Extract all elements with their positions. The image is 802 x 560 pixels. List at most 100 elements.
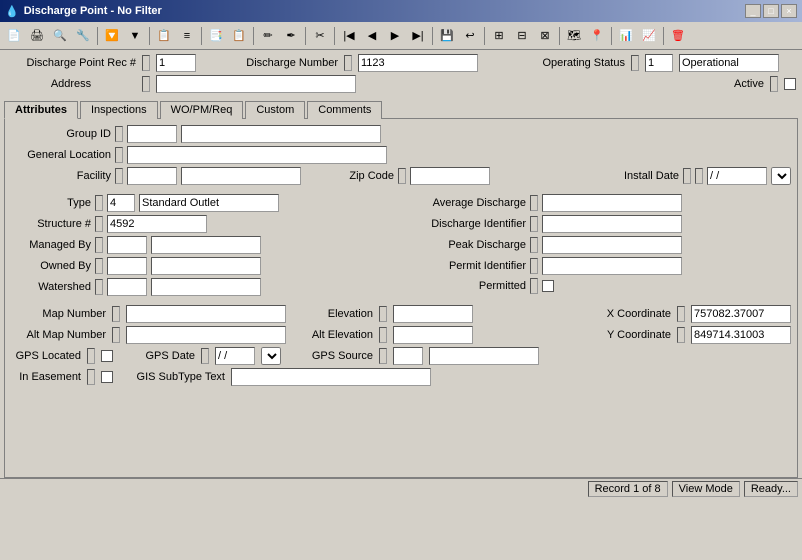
avg-discharge-input[interactable] bbox=[542, 194, 682, 212]
group-id-input1[interactable] bbox=[127, 125, 177, 143]
gps-date-input[interactable] bbox=[215, 347, 255, 365]
watershed-input1[interactable] bbox=[107, 278, 147, 296]
edit-button[interactable]: ✏ bbox=[257, 25, 279, 47]
delete-button[interactable]: 🗑 bbox=[667, 25, 689, 47]
type-code-input[interactable] bbox=[107, 194, 135, 212]
owned-input1[interactable] bbox=[107, 257, 147, 275]
last-button[interactable]: ▶| bbox=[407, 25, 429, 47]
x-coord-input[interactable] bbox=[691, 305, 791, 323]
minimize-button[interactable]: _ bbox=[745, 4, 761, 18]
avg-discharge-label: Average Discharge bbox=[406, 197, 526, 209]
discharge-id-input[interactable] bbox=[542, 215, 682, 233]
managed-input2[interactable] bbox=[151, 236, 261, 254]
watershed-input2[interactable] bbox=[151, 278, 261, 296]
alt-elevation-marker bbox=[379, 327, 387, 343]
first-button[interactable]: |◀ bbox=[338, 25, 360, 47]
app-icon: 💧 bbox=[5, 5, 19, 18]
view-button[interactable]: 📋 bbox=[153, 25, 175, 47]
zip-marker bbox=[398, 168, 406, 184]
record-status: Record 1 of 8 bbox=[588, 481, 668, 497]
cut-button[interactable]: ✂ bbox=[309, 25, 331, 47]
map-number-input[interactable] bbox=[126, 305, 286, 323]
permit-id-marker bbox=[530, 258, 538, 274]
sep9 bbox=[559, 27, 560, 45]
type-marker bbox=[95, 195, 103, 211]
tab-attributes[interactable]: Attributes bbox=[4, 101, 78, 119]
gps-source-marker bbox=[379, 348, 387, 364]
install-date-dropdown[interactable]: ▼ bbox=[771, 167, 791, 185]
address-label: Address bbox=[6, 78, 136, 90]
elevation-input[interactable] bbox=[393, 305, 473, 323]
print-button[interactable]: 🖨 bbox=[26, 25, 48, 47]
structure-input[interactable] bbox=[107, 215, 207, 233]
map-button[interactable]: 🗺 bbox=[563, 25, 585, 47]
prev-button[interactable]: ◀ bbox=[361, 25, 383, 47]
map2-button[interactable]: 📍 bbox=[586, 25, 608, 47]
x-coord-label: X Coordinate bbox=[596, 308, 671, 320]
address-input[interactable] bbox=[156, 75, 356, 93]
avg-discharge-marker bbox=[530, 195, 538, 211]
filter-button[interactable]: 🔽 bbox=[101, 25, 123, 47]
owned-input2[interactable] bbox=[151, 257, 261, 275]
permit-id-input[interactable] bbox=[542, 257, 682, 275]
op-status-code-input[interactable] bbox=[645, 54, 673, 72]
search-button[interactable]: 🔍 bbox=[49, 25, 71, 47]
report-button[interactable]: 📊 bbox=[615, 25, 637, 47]
group-id-input2[interactable] bbox=[181, 125, 381, 143]
in-easement-checkbox[interactable] bbox=[101, 371, 113, 383]
next-button[interactable]: ▶ bbox=[384, 25, 406, 47]
close-button[interactable]: × bbox=[781, 4, 797, 18]
group-id-label: Group ID bbox=[11, 128, 111, 140]
peak-discharge-input[interactable] bbox=[542, 236, 682, 254]
x-coord-marker bbox=[677, 306, 685, 322]
refresh-button[interactable]: ↩ bbox=[459, 25, 481, 47]
gps-date-dropdown[interactable]: ▼ bbox=[261, 347, 281, 365]
rec-input[interactable] bbox=[156, 54, 196, 72]
watershed-label: Watershed bbox=[11, 281, 91, 293]
facility-input1[interactable] bbox=[127, 167, 177, 185]
install-date-label: Install Date bbox=[604, 170, 679, 182]
gps-source-input2[interactable] bbox=[429, 347, 539, 365]
permitted-checkbox[interactable] bbox=[542, 280, 554, 292]
alt-map-number-input[interactable] bbox=[126, 326, 286, 344]
tab-custom[interactable]: Custom bbox=[245, 101, 305, 119]
tab-inspections[interactable]: Inspections bbox=[80, 101, 158, 119]
maximize-button[interactable]: □ bbox=[763, 4, 779, 18]
filter2-button[interactable]: ▼ bbox=[124, 25, 146, 47]
new-button[interactable]: 📄 bbox=[3, 25, 25, 47]
discharge-id-marker bbox=[530, 216, 538, 232]
operating-status-label: Operating Status bbox=[520, 57, 625, 69]
type-value-input[interactable] bbox=[139, 194, 279, 212]
view2-button[interactable]: ≡ bbox=[176, 25, 198, 47]
y-coord-input[interactable] bbox=[691, 326, 791, 344]
gis-subtype-input[interactable] bbox=[231, 368, 431, 386]
structure-marker bbox=[95, 216, 103, 232]
facility-input2[interactable] bbox=[181, 167, 301, 185]
save-button[interactable]: 💾 bbox=[436, 25, 458, 47]
managed-marker bbox=[95, 237, 103, 253]
managed-input1[interactable] bbox=[107, 236, 147, 254]
copy-button[interactable]: 📑 bbox=[205, 25, 227, 47]
tools-button[interactable]: 🔧 bbox=[72, 25, 94, 47]
install-date-input[interactable] bbox=[707, 167, 767, 185]
gps-located-label: GPS Located bbox=[11, 350, 81, 362]
zip-input[interactable] bbox=[410, 167, 490, 185]
gps-located-checkbox[interactable] bbox=[101, 350, 113, 362]
grid3-button[interactable]: ⊠ bbox=[534, 25, 556, 47]
grid-button[interactable]: ⊞ bbox=[488, 25, 510, 47]
paste-button[interactable]: 📋 bbox=[228, 25, 250, 47]
op-status-value-input[interactable] bbox=[679, 54, 779, 72]
active-checkbox[interactable] bbox=[784, 78, 796, 90]
grid2-button[interactable]: ⊟ bbox=[511, 25, 533, 47]
zip-code-label: Zip Code bbox=[329, 170, 394, 182]
tab-comments[interactable]: Comments bbox=[307, 101, 382, 119]
general-location-input[interactable] bbox=[127, 146, 387, 164]
draw-button[interactable]: ✒ bbox=[280, 25, 302, 47]
discharge-number-input[interactable] bbox=[358, 54, 478, 72]
elevation-label: Elevation bbox=[308, 308, 373, 320]
alt-elevation-input[interactable] bbox=[393, 326, 473, 344]
report2-button[interactable]: 📈 bbox=[638, 25, 660, 47]
gps-source-input1[interactable] bbox=[393, 347, 423, 365]
tab-wo-pm-req[interactable]: WO/PM/Req bbox=[160, 101, 244, 119]
view-mode-status: View Mode bbox=[672, 481, 740, 497]
